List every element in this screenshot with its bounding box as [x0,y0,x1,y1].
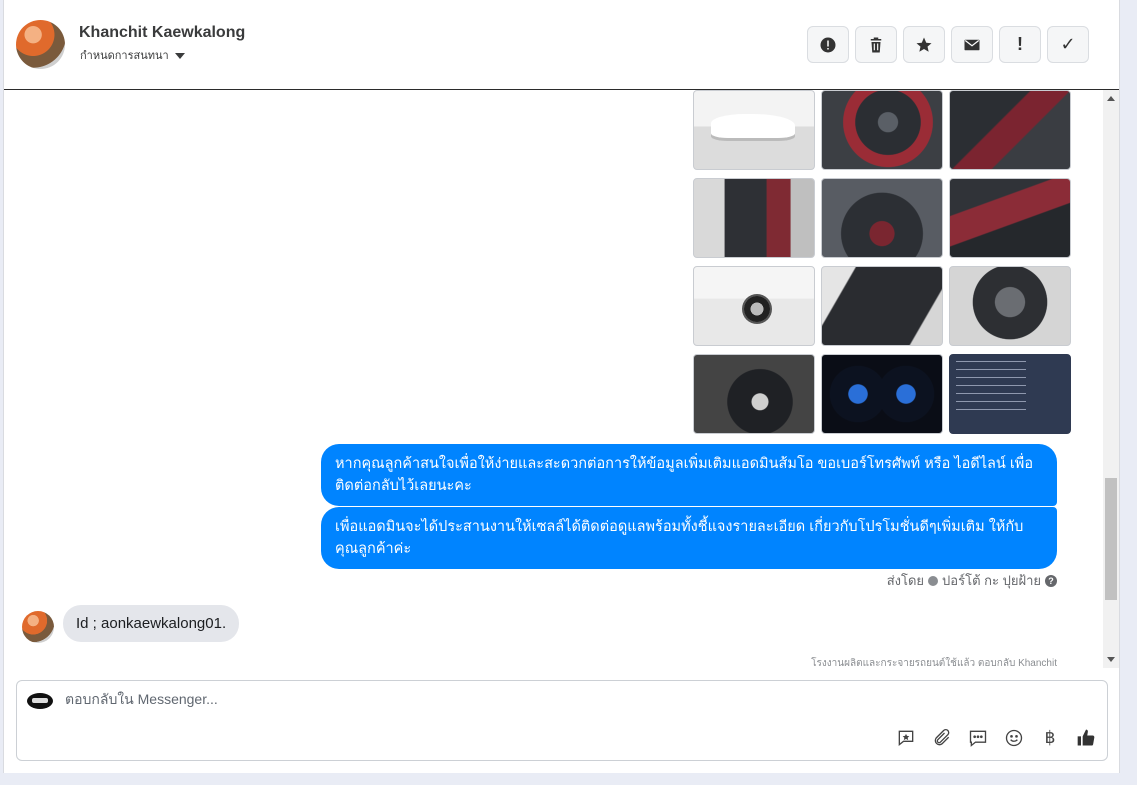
scrollbar-thumb[interactable] [1105,478,1117,600]
unread-button[interactable] [951,26,993,63]
thumbs-up-icon [1077,729,1095,746]
message-button[interactable] [967,727,989,749]
message-icon [969,730,987,747]
photo-side-wheel[interactable] [693,266,815,346]
incoming-message[interactable]: Id ; aonkaewkalong01. [63,605,240,642]
verified-icon [928,575,939,586]
conversation-toolbar: ! ✓ [807,26,1089,63]
outgoing-message[interactable]: เพื่อแอดมินจะได้ประสานงานให้เซลล์ได้ติดต… [321,507,1057,569]
assign-label: กำหนดการสนทนา [80,50,169,62]
attachment-icon [934,728,950,746]
spam-button[interactable] [807,26,849,63]
photo-dashboard[interactable] [821,90,943,170]
sent-by-label: ส่งโดย ปอร์โต้ กะ ปุยฝ้าย ? [887,570,1057,591]
like-button[interactable] [1075,727,1097,749]
scroll-up-arrow[interactable] [1107,96,1115,101]
sent-by-prefix: ส่งโดย [886,573,925,588]
avatar[interactable] [16,20,65,69]
payment-button[interactable]: ฿ [1039,727,1061,749]
saved-reply-button[interactable] [895,727,917,749]
caret-down-icon [174,53,185,59]
outgoing-message[interactable]: หากคุณลูกค้าสนใจเพื่อให้ง่ายและสะดวกต่อก… [321,444,1057,506]
photo-front-seats[interactable] [693,178,815,258]
trash-icon [870,37,882,52]
scrollbar[interactable] [1103,90,1119,668]
done-button[interactable]: ✓ [1047,26,1089,63]
check-icon: ✓ [1060,34,1076,54]
envelope-icon [964,39,980,50]
photo-gear-shift[interactable] [949,90,1071,170]
delete-button[interactable] [855,26,897,63]
photo-engine-bay[interactable] [949,266,1071,346]
sender-name: ปอร์โต้ กะ ปุยฝ้าย [942,573,1041,588]
messenger-window: Khanchit Kaewkalong กำหนดการสนทนา ! ✓ หา… [3,0,1120,773]
emoji-button[interactable] [1003,727,1025,749]
reply-composer: ฿ [16,680,1108,761]
photo-steering-wheel[interactable] [693,354,815,434]
contact-name[interactable]: Khanchit Kaewkalong [79,24,245,42]
attach-button[interactable] [931,727,953,749]
composer-actions: ฿ [895,727,1097,749]
photo-inspection-document[interactable] [949,354,1071,434]
photo-grid [693,90,1073,434]
photo-door-panel[interactable] [821,266,943,346]
alert-circle-icon [820,37,836,52]
photo-front-cabin[interactable] [821,178,943,258]
emoji-icon [1005,729,1023,747]
priority-button[interactable]: ! [999,26,1041,63]
help-icon[interactable]: ? [1045,574,1057,587]
saved-reply-icon [898,730,914,747]
photo-car-exterior[interactable] [693,90,815,170]
assign-conversation-dropdown[interactable]: กำหนดการสนทนา [80,46,185,64]
baht-icon: ฿ [1044,728,1056,747]
exclamation-icon: ! [1017,34,1023,54]
photo-instrument-cluster[interactable] [821,354,943,434]
reply-input[interactable] [65,691,765,707]
avatar[interactable] [22,611,54,643]
scroll-down-arrow[interactable] [1107,657,1115,662]
message-thread[interactable]: หากคุณลูกค้าสนใจเพื่อให้ง่ายและสะดวกต่อก… [4,90,1104,668]
reply-footnote: โรงงานผลิตและกระจายรถยนต์ใช้แล้ว ตอบกลับ… [811,658,1057,666]
star-icon [916,37,932,52]
photo-rear-seats[interactable] [949,178,1071,258]
page-logo [27,693,53,709]
star-button[interactable] [903,26,945,63]
conversation-header: Khanchit Kaewkalong กำหนดการสนทนา ! ✓ [4,0,1119,90]
